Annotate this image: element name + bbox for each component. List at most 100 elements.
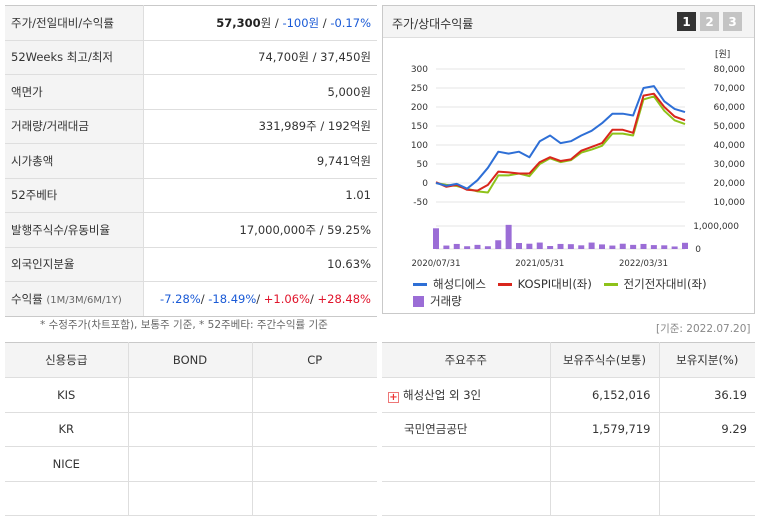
holder-name: 국민연금공단 [382, 412, 551, 447]
price-label: 주가/전일대비/수익률 [5, 5, 144, 41]
y-right-tick-label: 70,000 [714, 84, 746, 94]
volume-bar [516, 243, 522, 249]
volume-bar [443, 245, 450, 249]
chart-page-1[interactable]: 1 [677, 12, 696, 31]
chart-title: 주가/상대수익률 [392, 17, 474, 31]
legend-item-kospi: KOSPI대비(좌) [497, 276, 592, 293]
table-row: 국민연금공단 1,579,719 9.29 [382, 412, 755, 447]
volume-bar [567, 244, 574, 249]
shares-value: 17,000,000주 / 59.25% [143, 212, 377, 248]
weeks52-label: 52Weeks 최고/최저 [5, 40, 144, 75]
row-52weeks: 52Weeks 최고/최저 74,700원 / 37,450원 [5, 40, 377, 75]
shares-label: 발행주식수/유동비율 [5, 212, 144, 248]
volume-bar [661, 245, 668, 249]
legend-swatch-volume [413, 296, 424, 307]
y-right-tick-label: 50,000 [714, 122, 746, 132]
price-change: -100원 [282, 15, 320, 30]
y-right-unit-label: [원] [715, 49, 730, 60]
credit-header-row: 신용등급 BOND CP [5, 342, 377, 378]
credit-rating-table: 신용등급 BOND CP KIS KR NICE [5, 342, 377, 516]
credit-agency: KIS [5, 377, 129, 413]
base-date: [기준: 2022.07.20] [656, 323, 751, 335]
volume-bar [464, 246, 471, 249]
volume-bar [495, 240, 502, 249]
row-returns: 수익률 (1M/3M/6M/1Y) -7.28%/ -18.49%/ +1.06… [5, 281, 377, 317]
credit-header-cp: CP [252, 342, 377, 378]
y-left-tick-label: 50 [417, 160, 429, 170]
returns-label: 수익률 (1M/3M/6M/1Y) [5, 281, 144, 317]
legend-item-stock: 해성디에스 [413, 276, 486, 293]
table-row: KIS [5, 377, 377, 413]
y-right-tick-label: 30,000 [714, 160, 746, 170]
beta-label: 52주베타 [5, 178, 144, 213]
credit-cp [252, 377, 377, 413]
beta-value: 1.01 [143, 178, 377, 213]
credit-bond [128, 446, 253, 482]
y-left-tick-label: 150 [411, 122, 428, 132]
table-row: NICE [5, 446, 377, 482]
credit-agency: NICE [5, 446, 129, 482]
volume-bar [650, 245, 657, 249]
major-holders-table: 주요주주 보유주식수(보통) 보유지분(%) + 해성산업 외 3인 6,152,… [382, 342, 755, 516]
volume-bar [599, 244, 605, 249]
row-face: 액면가 5,000원 [5, 74, 377, 110]
volume-label: 거래량/거래대금 [5, 109, 144, 144]
y-left-tick-label: 0 [422, 179, 428, 189]
foreign-value: 10.63% [143, 247, 377, 282]
y-volume-tick-label: 1,000,000 [693, 222, 739, 232]
price-change-pct: -0.17% [330, 15, 371, 30]
legend-item-sector: 전기전자대비(좌) [603, 276, 707, 293]
stock-info-table: 주가/전일대비/수익률 57,300원 / -100원 / -0.17% 52W… [5, 5, 377, 317]
legend-swatch-kospi [497, 283, 512, 286]
holder-name [382, 446, 551, 482]
table-row [382, 446, 755, 482]
credit-cp [252, 481, 377, 516]
volume-bar [484, 246, 491, 249]
series-line-0 [435, 85, 686, 190]
credit-bond [128, 481, 253, 516]
x-tick-label: 2020/07/31 [412, 259, 461, 269]
y-right-tick-label: 60,000 [714, 103, 746, 113]
table-row [5, 481, 377, 516]
credit-header-rating: 신용등급 [5, 342, 129, 378]
table-row: + 해성산업 외 3인 6,152,016 36.19 [382, 377, 755, 413]
return-3m: -18.49% [208, 291, 257, 306]
chart-page-3[interactable]: 3 [723, 12, 742, 31]
row-foreign: 외국인지분율 10.63% [5, 247, 377, 282]
row-beta: 52주베타 1.01 [5, 178, 377, 213]
return-1m: -7.28% [160, 291, 201, 306]
holder-pct [659, 481, 755, 516]
legend-item-volume: 거래량 [413, 293, 462, 310]
face-value: 5,000원 [143, 74, 377, 110]
volume-bar [671, 246, 678, 249]
credit-agency: KR [5, 412, 129, 447]
chart-page-2[interactable]: 2 [700, 12, 719, 31]
volume-bar [588, 242, 595, 249]
price-value: 57,300원 / -100원 / -0.17% [143, 5, 377, 41]
y-right-tick-label: 40,000 [714, 141, 746, 151]
holder-pct [659, 446, 755, 482]
volume-bar [557, 243, 564, 249]
y-right-tick-label: 10,000 [714, 198, 746, 208]
face-label: 액면가 [5, 74, 144, 110]
y-left-tick-label: 250 [411, 84, 428, 94]
volume-value: 331,989주 / 192억원 [143, 109, 377, 144]
returns-value: -7.28%/ -18.49%/ +1.06%/ +28.48% [143, 281, 377, 317]
row-volume: 거래량/거래대금 331,989주 / 192억원 [5, 109, 377, 144]
credit-agency [5, 481, 129, 516]
volume-bar [609, 245, 616, 249]
weeks52-value: 74,700원 / 37,450원 [143, 40, 377, 75]
holder-pct: 36.19 [659, 377, 755, 413]
volume-bar [505, 224, 512, 249]
volume-bar [536, 242, 543, 249]
credit-bond [128, 412, 253, 447]
y-left-tick-label: 100 [411, 141, 428, 151]
y-right-tick-label: 20,000 [714, 179, 746, 189]
row-shares: 발행주식수/유동비율 17,000,000주 / 59.25% [5, 212, 377, 248]
row-price: 주가/전일대비/수익률 57,300원 / -100원 / -0.17% [5, 5, 377, 41]
chart-header: 주가/상대수익률 1 2 3 [383, 6, 754, 38]
expand-icon[interactable]: + [388, 391, 399, 403]
volume-bar [526, 243, 533, 249]
holder-name[interactable]: + 해성산업 외 3인 [382, 377, 551, 413]
volume-bar [453, 243, 460, 249]
